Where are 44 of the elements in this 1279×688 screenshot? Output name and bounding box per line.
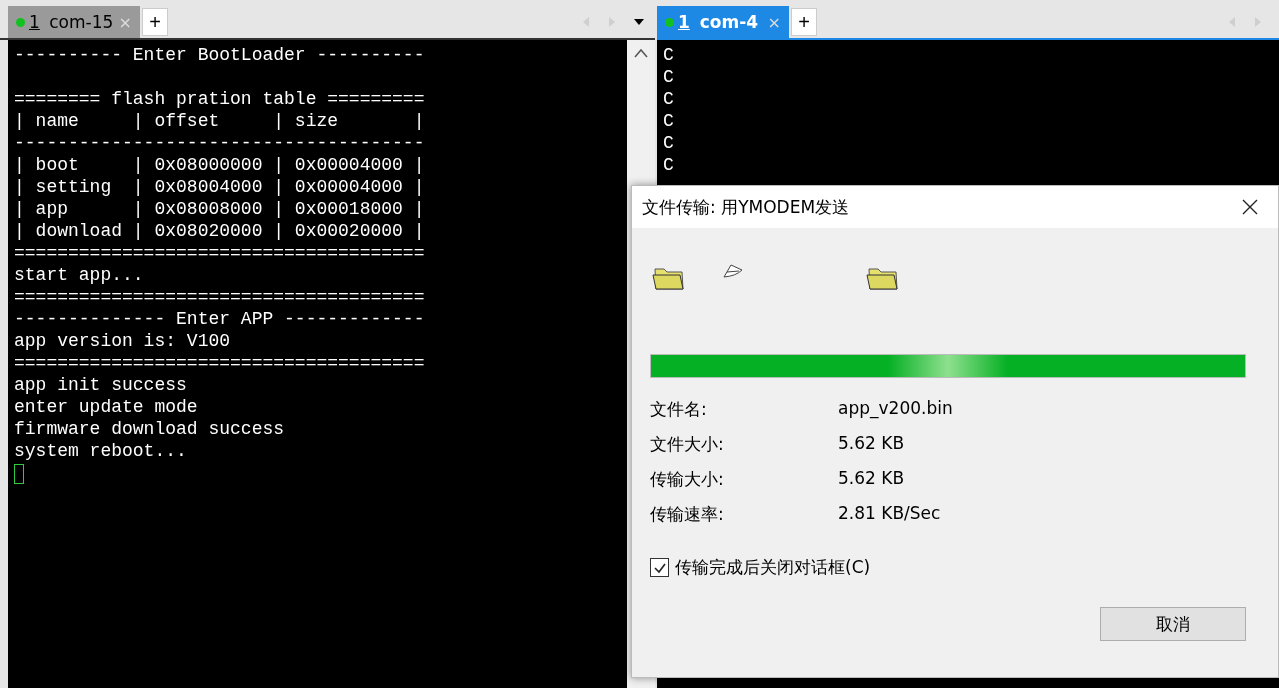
field-value: 5.62 KB: [838, 433, 906, 455]
field-value: 5.62 KB: [838, 468, 906, 490]
terminal-line: firmware download success: [14, 418, 286, 440]
field-label: 文件大小:: [650, 433, 725, 456]
terminal-line: ======================================: [14, 352, 426, 374]
terminal-line: ======================================: [14, 242, 426, 264]
terminal-line: C: [663, 132, 675, 154]
terminal-line: C: [663, 110, 675, 132]
field-label: 传输大小:: [650, 468, 725, 491]
cancel-button[interactable]: 取消: [1100, 607, 1246, 641]
terminal-line: app init success: [14, 374, 188, 396]
terminal-line: app version is: V100: [14, 330, 232, 352]
terminal-line: ======== flash pration table =========: [14, 88, 426, 110]
terminal-tab[interactable]: 1 com-15 ×: [8, 6, 140, 38]
terminal-line: system reboot...: [14, 440, 188, 462]
terminal-line: enter update mode: [14, 396, 199, 418]
terminal-line: C: [663, 44, 675, 66]
terminal-line: start app...: [14, 264, 145, 286]
field-label: 文件名:: [650, 398, 708, 421]
terminal-line: | download | 0x08020000 | 0x00020000 |: [14, 220, 426, 242]
paper-plane-icon: [722, 263, 744, 279]
terminal-line: -------------- Enter APP -------------: [14, 308, 426, 330]
new-tab-button[interactable]: +: [791, 8, 817, 36]
terminal-line: | app | 0x08008000 | 0x00018000 |: [14, 198, 426, 220]
terminal-line: --------------------------------------: [14, 132, 426, 154]
terminal-line: C: [663, 66, 675, 88]
close-icon[interactable]: [1242, 199, 1258, 215]
checkbox[interactable]: [650, 558, 669, 577]
terminal-line: | boot | 0x08000000 | 0x00004000 |: [14, 154, 426, 176]
dropdown-icon[interactable]: [633, 18, 645, 26]
scroll-up-icon[interactable]: [634, 48, 648, 58]
terminal-line: C: [663, 154, 675, 176]
new-tab-button[interactable]: +: [142, 8, 168, 36]
terminal-tab[interactable]: 1 com-4 ×: [657, 6, 789, 38]
checkbox-label: 传输完成后关闭对话框(C): [675, 556, 871, 579]
dialog-title: 文件传输: 用YMODEM发送: [642, 195, 850, 219]
terminal-line: ---------- Enter BootLoader ----------: [14, 44, 426, 66]
terminal-line: C: [663, 88, 675, 110]
field-label: 传输速率:: [650, 503, 725, 526]
terminal-line: | name | offset | size |: [14, 110, 426, 132]
field-value: app_v200.bin: [838, 398, 954, 421]
field-value: 2.81 KB/Sec: [838, 503, 942, 525]
terminal-line: ======================================: [14, 286, 426, 308]
terminal-line: | setting | 0x08004000 | 0x00004000 |: [14, 176, 426, 198]
